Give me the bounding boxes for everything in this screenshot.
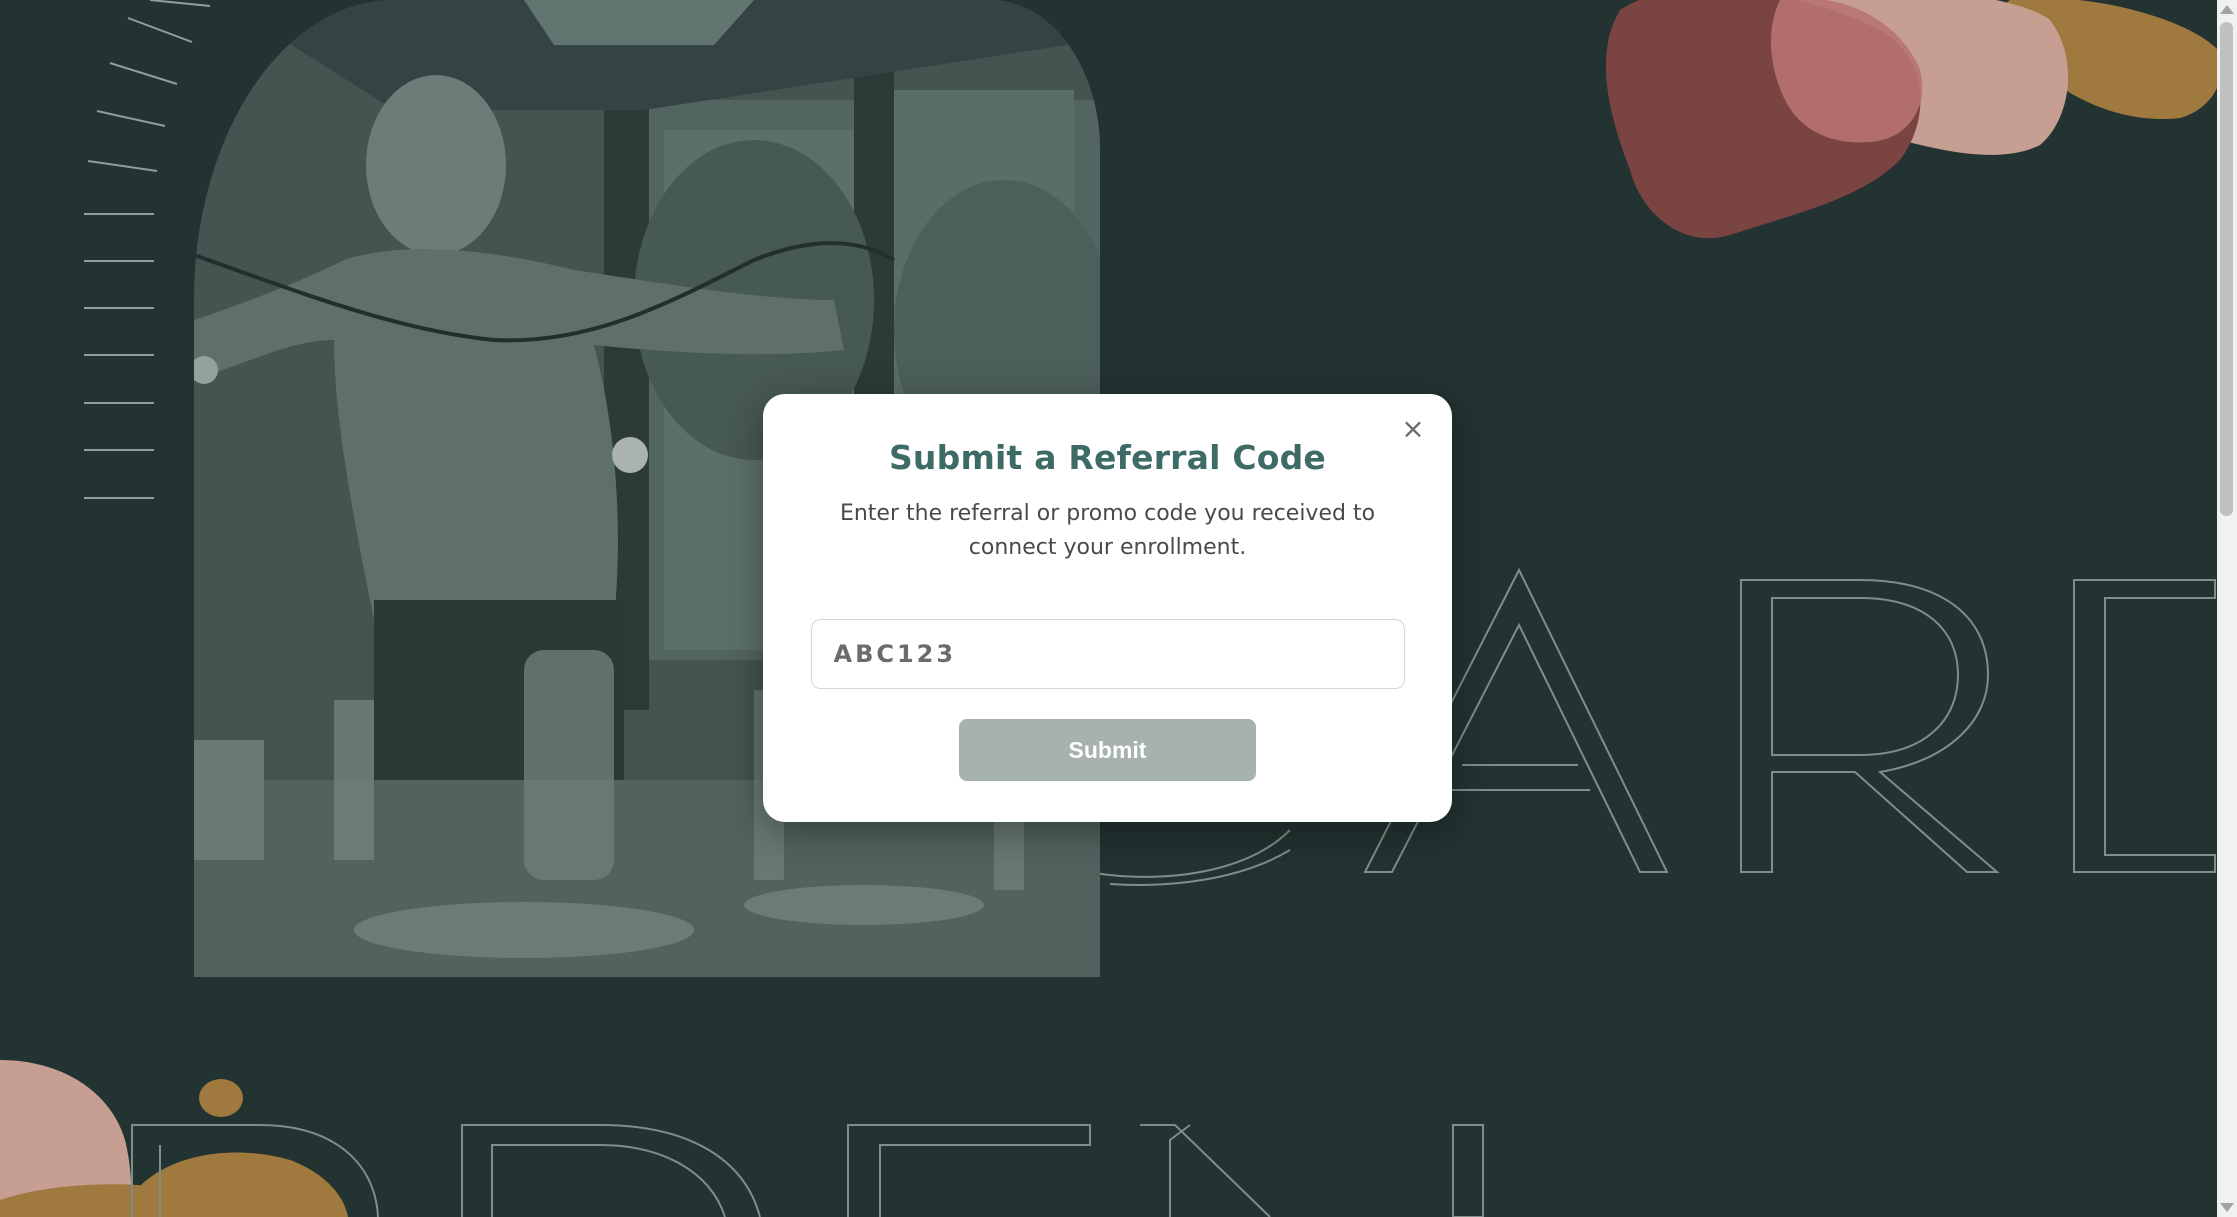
page: × Submit a Referral Code Enter the refer… — [0, 0, 2237, 1217]
bottom-left-blobs — [0, 1060, 348, 1217]
scrollbar-thumb[interactable] — [2220, 22, 2233, 516]
top-right-blobs — [1605, 0, 2222, 239]
scroll-down-arrow-icon[interactable] — [2220, 1203, 2234, 1212]
referral-code-modal: × Submit a Referral Code Enter the refer… — [763, 394, 1452, 822]
sunburst-lines — [84, 0, 211, 499]
scroll-up-arrow-icon[interactable] — [2220, 5, 2234, 14]
referral-code-input[interactable] — [810, 619, 1405, 689]
modal-description: Enter the referral or promo code you rec… — [839, 501, 1376, 560]
vertical-scrollbar[interactable] — [2217, 0, 2237, 1217]
close-icon[interactable]: × — [1398, 414, 1428, 444]
submit-button[interactable]: Submit — [959, 719, 1256, 781]
modal-title: Submit a Referral Code — [888, 438, 1327, 477]
